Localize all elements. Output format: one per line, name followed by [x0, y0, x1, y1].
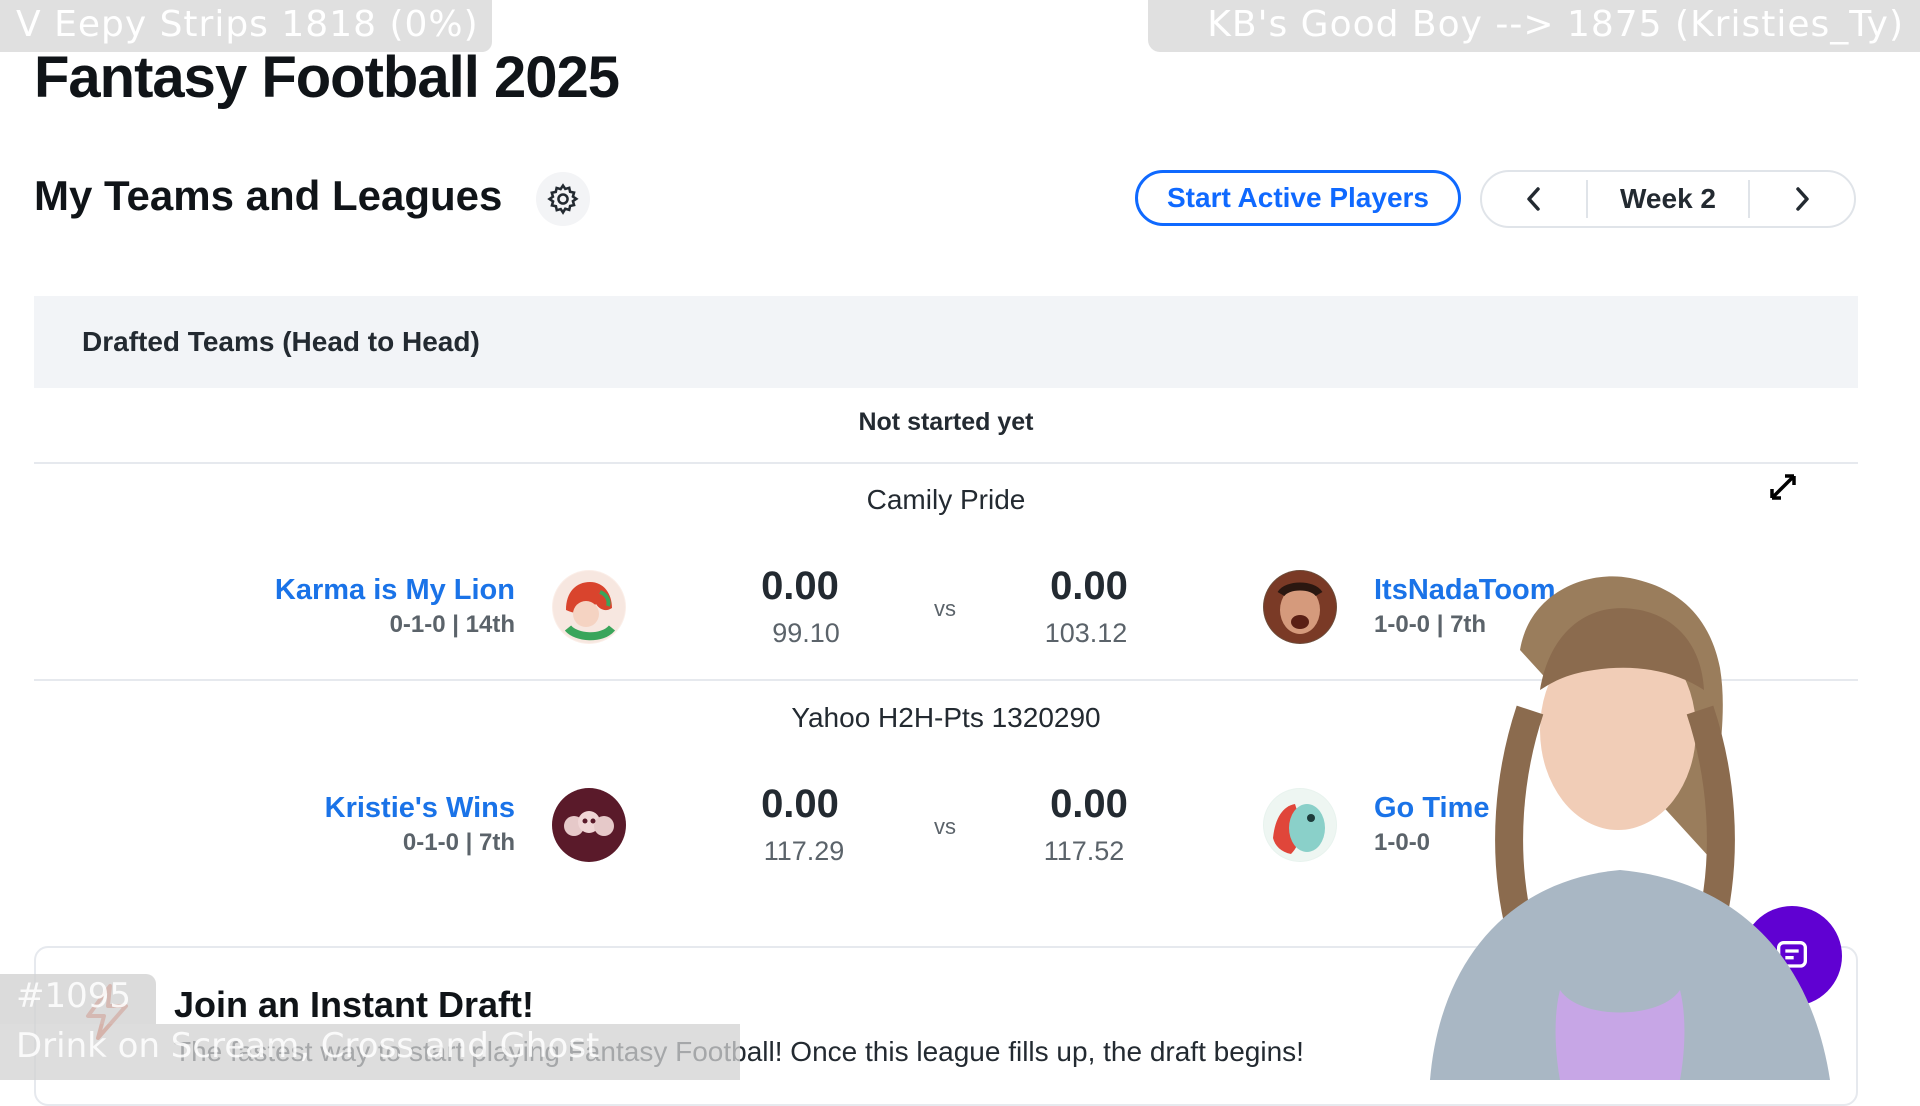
matchup-left-team: Kristie's Wins 0-1-0 | 7th: [325, 790, 515, 860]
divider: [34, 462, 1858, 464]
team-projected-score: 99.10: [772, 618, 840, 648]
team-projected-score: 117.29: [763, 836, 845, 866]
opponent-avatar[interactable]: [1263, 570, 1337, 644]
avatar-image: [1264, 789, 1336, 861]
expand-icon: [1768, 472, 1798, 507]
team-score: 0.00: [761, 564, 839, 608]
league-name: Camily Pride: [866, 484, 1026, 515]
team-record: 0-1-0 | 7th: [402, 829, 515, 856]
stream-overlay-top-right: KB's Good Boy --> 1875 (Kristies_Ty): [1148, 0, 1920, 52]
section-title: My Teams and Leagues: [34, 172, 503, 219]
team-link[interactable]: Karma is My Lion: [275, 572, 515, 608]
start-active-players-button[interactable]: Start Active Players: [1135, 170, 1461, 226]
opponent-score: 0.00: [1050, 782, 1128, 826]
week-navigator: Week 2: [1480, 170, 1856, 228]
team-score: 0.00: [761, 782, 839, 826]
stream-counter: #1095: [0, 974, 156, 1024]
matchup-left-team: Karma is My Lion 0-1-0 | 14th: [275, 572, 515, 642]
stream-overlay-bottom: #1095 Drink on Scream, Cross and Ghost: [0, 974, 740, 1080]
previous-week-button[interactable]: [1482, 172, 1586, 226]
drafted-teams-header: Drafted Teams (Head to Head): [34, 296, 1858, 388]
chevron-left-icon: [1527, 187, 1540, 211]
opponent-projected-score: 103.12: [1044, 618, 1128, 648]
vs-label: vs: [934, 596, 956, 621]
vs-label: vs: [934, 814, 956, 839]
team-avatar[interactable]: [552, 788, 626, 862]
next-week-button[interactable]: [1750, 172, 1854, 226]
team-avatar[interactable]: [552, 570, 626, 644]
gear-icon: [547, 183, 579, 215]
stream-rules-text: Drink on Scream, Cross and Ghost: [0, 1024, 740, 1080]
page-title: Fantasy Football 2025: [34, 45, 620, 110]
status-text: Not started yet: [858, 408, 1034, 436]
opponent-projected-score: 117.52: [1043, 836, 1125, 866]
avatar-image: [1264, 571, 1336, 643]
week-label: Week 2: [1586, 180, 1750, 218]
chevron-right-icon: [1796, 187, 1809, 211]
opponent-avatar[interactable]: [1263, 788, 1337, 862]
opponent-score: 0.00: [1050, 564, 1128, 608]
team-link[interactable]: Kristie's Wins: [325, 790, 515, 826]
settings-button[interactable]: [536, 172, 590, 226]
streamer-image: [1430, 576, 1830, 1080]
team-record: 0-1-0 | 14th: [389, 611, 515, 638]
webcam-overlay: [1370, 570, 1920, 1080]
avatar-image: [553, 789, 625, 861]
avatar-image: [553, 571, 625, 643]
